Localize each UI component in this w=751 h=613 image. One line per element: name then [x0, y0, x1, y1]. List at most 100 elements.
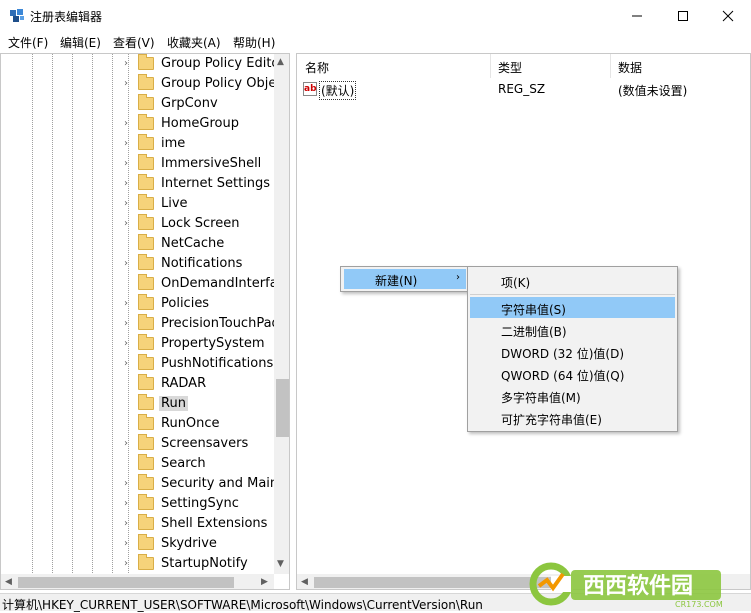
list-hscroll-thumb[interactable] [314, 577, 554, 588]
folder-icon [138, 114, 154, 130]
scroll-left-arrow-icon[interactable]: ◀ [5, 577, 12, 587]
tree-item[interactable]: › Group Policy Editor [1, 54, 285, 74]
menu-item-qword-value[interactable]: QWORD (64 位)值(Q) [470, 363, 675, 384]
menu-view[interactable]: 查看(V) [113, 34, 155, 51]
tree-item[interactable]: › ime [1, 134, 276, 154]
folder-icon [138, 54, 154, 70]
tree-item[interactable]: › Internet Settings [1, 174, 276, 194]
tree-item[interactable]: Run [1, 394, 276, 414]
tree-item[interactable]: › Security and Maintenance [1, 474, 289, 494]
folder-icon [138, 94, 154, 110]
tree-item[interactable]: › ImmersiveShell [1, 154, 276, 174]
menu-file[interactable]: 文件(F) [8, 34, 48, 51]
expand-chevron-icon[interactable]: › [124, 78, 128, 89]
scroll-left-arrow-icon[interactable]: ◀ [301, 577, 308, 587]
submenu-arrow-icon: › [456, 272, 460, 283]
key-tree-pane[interactable]: › Group Policy Editor › Group Policy Object… [0, 53, 290, 590]
expand-chevron-icon[interactable]: › [124, 518, 128, 529]
tree-item[interactable]: › PrecisionTouchPad [1, 314, 280, 334]
column-header-name[interactable]: 名称 [305, 59, 329, 76]
minimize-icon [632, 15, 642, 16]
column-header-type[interactable]: 类型 [498, 59, 522, 76]
tree-hscroll-thumb[interactable] [18, 577, 234, 588]
menu-item-key[interactable]: 项(K) [470, 270, 675, 291]
tree-item[interactable]: › Skydrive [1, 534, 276, 554]
expand-chevron-icon[interactable]: › [124, 478, 128, 489]
tree-item[interactable]: › Policies [1, 294, 276, 314]
expand-chevron-icon[interactable]: › [124, 538, 128, 549]
folder-icon [138, 554, 154, 570]
scroll-up-arrow-icon[interactable]: ▲ [277, 57, 284, 67]
expand-chevron-icon[interactable]: › [124, 138, 128, 149]
menu-favorites[interactable]: 收藏夹(A) [167, 34, 221, 51]
title-bar: 注册表编辑器 [0, 0, 751, 31]
expand-chevron-icon[interactable]: › [124, 258, 128, 269]
folder-icon [138, 274, 154, 290]
expand-chevron-icon[interactable]: › [124, 318, 128, 329]
expand-chevron-icon[interactable]: › [124, 158, 128, 169]
tree-item-label: Search [161, 456, 206, 471]
tree-item[interactable]: › Live [1, 194, 276, 214]
tree-horizontal-scrollbar[interactable]: ◀ ▶ [1, 574, 274, 589]
scroll-right-arrow-icon[interactable]: ▶ [261, 577, 268, 587]
tree-item[interactable]: › Group Policy Objects [1, 74, 289, 94]
tree-vscroll-thumb[interactable] [276, 379, 289, 437]
tree-item-label: PrecisionTouchPad [161, 316, 280, 331]
menu-item-string-value[interactable]: 字符串值(S) [470, 297, 675, 318]
maximize-button[interactable] [660, 0, 706, 31]
scroll-down-arrow-icon[interactable]: ▼ [277, 559, 284, 569]
tree-item[interactable]: OnDemandInterfaceCache [1, 274, 289, 294]
tree-item[interactable]: › Screensavers [1, 434, 276, 454]
tree-vertical-scrollbar[interactable]: ▲ ▼ [274, 54, 289, 574]
tree-item[interactable]: Search [1, 454, 276, 474]
tree-item-label: HomeGroup [161, 116, 239, 131]
column-header-data[interactable]: 数据 [618, 59, 642, 76]
tree-item-label: RADAR [161, 376, 207, 391]
menu-item-new[interactable]: 新建(N) › [344, 269, 466, 289]
tree-item-label: Group Policy Objects [161, 76, 290, 91]
status-path: 计算机\HKEY_CURRENT_USER\SOFTWARE\Microsoft… [2, 598, 483, 612]
expand-chevron-icon[interactable]: › [124, 58, 128, 69]
tree-item[interactable]: › StartupNotify [1, 554, 276, 574]
expand-chevron-icon[interactable]: › [124, 558, 128, 569]
table-row[interactable]: ab (默认) REG_SZ (数值未设置) [297, 80, 750, 100]
minimize-button[interactable] [614, 0, 660, 31]
expand-chevron-icon[interactable]: › [124, 198, 128, 209]
tree-item[interactable]: GrpConv [1, 94, 276, 114]
menu-item-dword-value[interactable]: DWORD (32 位)值(D) [470, 341, 675, 362]
folder-icon [138, 434, 154, 450]
value-type: REG_SZ [498, 82, 546, 96]
menu-help[interactable]: 帮助(H) [233, 34, 275, 51]
tree-item[interactable]: › SettingSync [1, 494, 276, 514]
tree-item[interactable]: NetCache [1, 234, 276, 254]
column-separator[interactable] [610, 54, 611, 78]
expand-chevron-icon[interactable]: › [124, 498, 128, 509]
expand-chevron-icon[interactable]: › [124, 178, 128, 189]
expand-chevron-icon[interactable]: › [124, 358, 128, 369]
expand-chevron-icon[interactable]: › [124, 338, 128, 349]
tree-item-label: GrpConv [161, 96, 218, 111]
tree-item-label: Screensavers [161, 436, 249, 451]
column-separator[interactable] [490, 54, 491, 78]
close-button[interactable] [705, 0, 751, 31]
menu-item-multi-string-value[interactable]: 多字符串值(M) [470, 385, 675, 406]
list-header: 名称 类型 数据 [297, 54, 750, 78]
menu-edit[interactable]: 编辑(E) [60, 34, 101, 51]
tree-item[interactable]: RADAR [1, 374, 276, 394]
tree-item-label: RunOnce [161, 416, 220, 431]
tree-item[interactable]: › PushNotifications [1, 354, 276, 374]
tree-item[interactable]: › Lock Screen [1, 214, 276, 234]
menu-item-binary-value[interactable]: 二进制值(B) [470, 319, 675, 340]
tree-item-label: PushNotifications [161, 356, 274, 371]
expand-chevron-icon[interactable]: › [124, 118, 128, 129]
tree-item[interactable]: › HomeGroup [1, 114, 276, 134]
tree-item[interactable]: › Shell Extensions [1, 514, 276, 534]
tree-item[interactable]: › PropertySystem [1, 334, 276, 354]
tree-item[interactable]: › Notifications [1, 254, 276, 274]
expand-chevron-icon[interactable]: › [124, 438, 128, 449]
tree-item[interactable]: RunOnce [1, 414, 276, 434]
expand-chevron-icon[interactable]: › [124, 298, 128, 309]
menu-item-label: QWORD (64 位)值(Q) [501, 369, 625, 383]
expand-chevron-icon[interactable]: › [124, 218, 128, 229]
menu-item-expandable-string-value[interactable]: 可扩充字符串值(E) [470, 407, 675, 428]
